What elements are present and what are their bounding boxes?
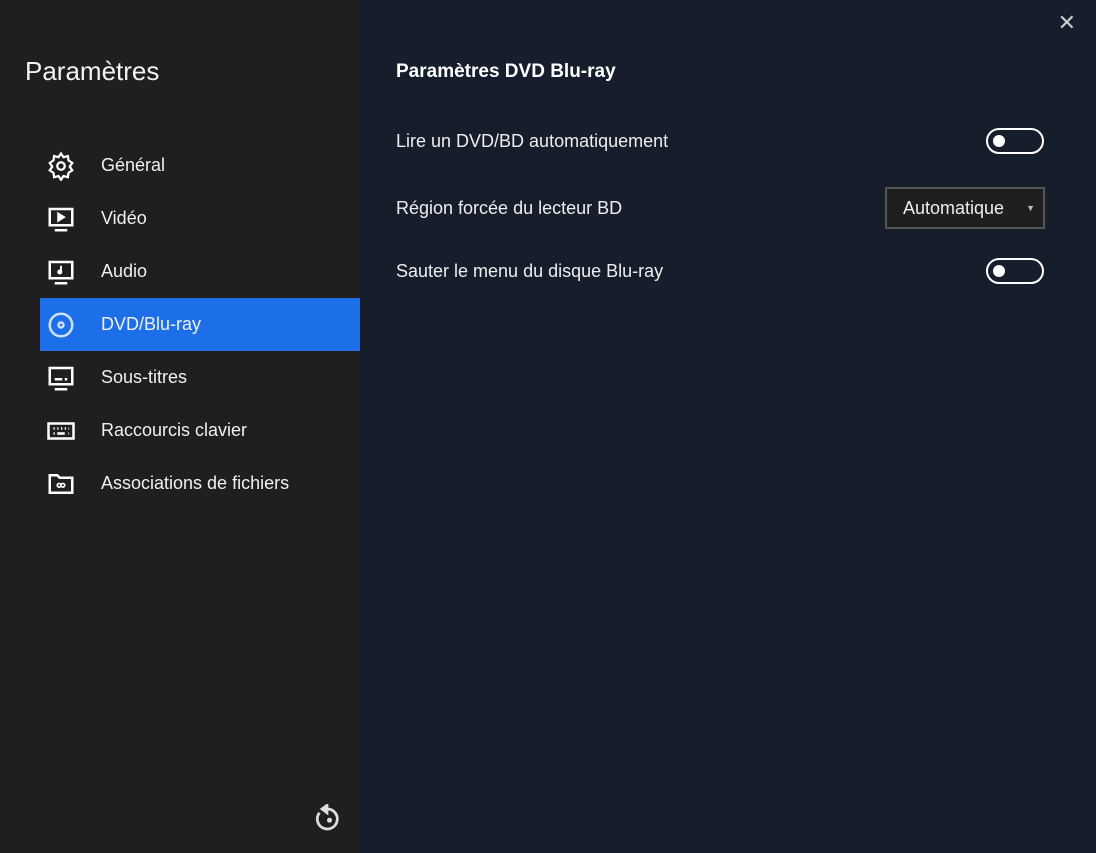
keyboard-icon — [47, 421, 75, 440]
subtitles-icon — [48, 366, 74, 390]
reset-icon[interactable] — [312, 804, 342, 834]
sidebar-item-label: Vidéo — [101, 208, 147, 228]
gear-icon — [48, 150, 74, 181]
skip-menu-toggle[interactable] — [986, 258, 1044, 284]
audio-icon — [48, 260, 74, 284]
sidebar-item-label: Associations de fichiers — [101, 473, 290, 493]
settings-panel: ✕ Paramètres DVD Blu-ray Lire un DVD/BD … — [360, 0, 1096, 853]
video-icon — [48, 207, 74, 231]
setting-label: Sauter le menu du disque Blu-ray — [396, 260, 664, 281]
nav-list: Général Vidéo Audio DVD/Blu-ray Sous-tit… — [40, 139, 360, 510]
sidebar-item-video[interactable]: Vidéo — [40, 192, 360, 245]
folder-link-icon — [48, 473, 74, 494]
setting-skip-menu: Sauter le menu du disque Blu-ray — [396, 258, 1044, 284]
sidebar-item-label: Audio — [101, 261, 148, 281]
sidebar-item-general[interactable]: Général — [40, 139, 360, 192]
select-value: Automatique — [903, 197, 1005, 218]
setting-region: Région forcée du lecteur BD Automatique … — [396, 187, 1045, 229]
setting-label: Région forcée du lecteur BD — [396, 197, 623, 218]
close-icon[interactable]: ✕ — [1058, 10, 1076, 36]
setting-label: Lire un DVD/BD automatiquement — [396, 130, 669, 151]
page-title: Paramètres DVD Blu-ray — [396, 61, 616, 82]
sidebar-item-subtitles[interactable]: Sous-titres — [40, 351, 360, 404]
sidebar-item-dvd-bluray[interactable]: DVD/Blu-ray — [40, 298, 360, 351]
sidebar-item-file-associations[interactable]: Associations de fichiers — [40, 457, 360, 510]
setting-autoplay: Lire un DVD/BD automatiquement — [396, 128, 1044, 154]
autoplay-toggle[interactable] — [986, 128, 1044, 154]
sidebar: Paramètres Général Vidéo Audio DVD/Blu-r… — [0, 0, 360, 853]
sidebar-item-label: Général — [101, 155, 166, 175]
sidebar-title: Paramètres — [25, 56, 160, 86]
region-select[interactable]: Automatique ▼ — [885, 187, 1045, 229]
sidebar-item-keyboard[interactable]: Raccourcis clavier — [40, 404, 360, 457]
sidebar-item-label: DVD/Blu-ray — [101, 314, 202, 334]
chevron-down-icon: ▼ — [1026, 203, 1035, 213]
sidebar-item-audio[interactable]: Audio — [40, 245, 360, 298]
sidebar-item-label: Raccourcis clavier — [101, 420, 248, 440]
sidebar-item-label: Sous-titres — [101, 367, 188, 387]
disc-icon — [48, 312, 74, 337]
